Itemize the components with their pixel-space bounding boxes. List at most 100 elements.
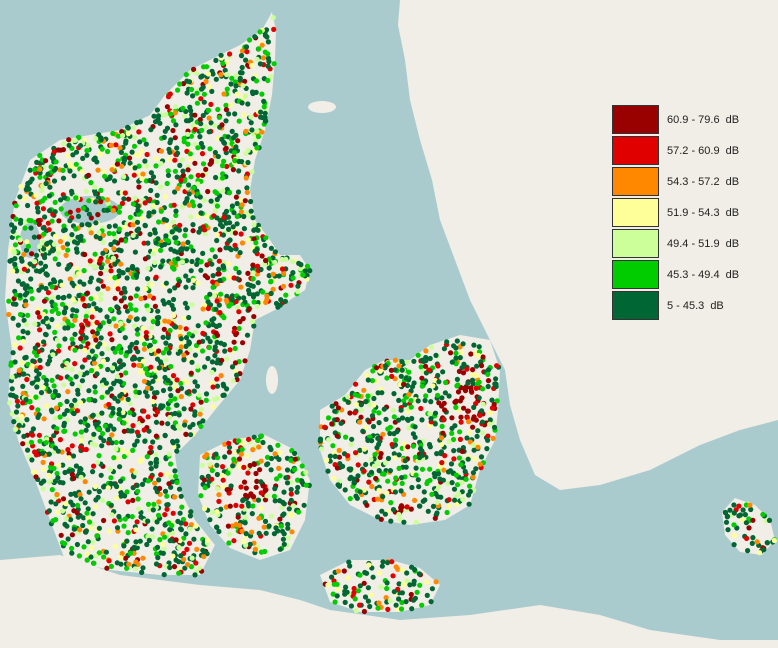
measurement-dot	[444, 509, 450, 516]
measurement-dot	[25, 312, 31, 318]
measurement-dot	[178, 394, 184, 400]
measurement-dot	[114, 304, 120, 310]
measurement-dot	[216, 322, 222, 328]
measurement-dot	[176, 544, 182, 551]
measurement-dot	[168, 474, 174, 480]
measurement-dot	[150, 507, 156, 513]
measurement-dot	[170, 127, 176, 134]
measurement-dot	[203, 78, 209, 85]
measurement-dot	[83, 188, 89, 194]
measurement-dot	[117, 379, 123, 385]
measurement-dot	[256, 515, 262, 521]
measurement-dot	[378, 516, 384, 522]
measurement-dot	[335, 586, 341, 592]
measurement-dot	[206, 129, 212, 135]
measurement-dot	[13, 216, 19, 222]
measurement-dot	[368, 456, 374, 462]
measurement-dot	[353, 381, 359, 387]
measurement-dot	[80, 205, 86, 211]
measurement-dot	[17, 292, 23, 298]
measurement-dot	[186, 340, 192, 346]
legend-swatch	[612, 136, 659, 165]
measurement-dot	[334, 465, 340, 471]
measurement-dot	[358, 402, 364, 408]
measurement-dot	[183, 227, 189, 233]
measurement-dot	[470, 424, 476, 430]
measurement-dot	[179, 259, 185, 265]
measurement-dot	[246, 306, 252, 312]
measurement-dot	[427, 466, 433, 472]
measurement-dot	[453, 345, 459, 351]
measurement-dot	[422, 497, 428, 503]
measurement-dot	[239, 240, 246, 246]
measurement-dot	[409, 384, 416, 390]
measurement-dot	[435, 372, 441, 379]
measurement-dot	[50, 518, 56, 524]
measurement-dot	[399, 367, 405, 373]
measurement-dot	[238, 451, 244, 457]
legend-unit: dB	[725, 175, 740, 188]
measurement-dot	[200, 172, 206, 178]
measurement-dot	[171, 312, 177, 319]
measurement-dot	[117, 393, 123, 399]
measurement-dot	[190, 185, 197, 191]
measurement-dot	[98, 296, 104, 303]
measurement-dot	[231, 456, 237, 462]
measurement-dot	[261, 524, 267, 530]
measurement-dot	[245, 159, 251, 166]
measurement-dot	[240, 538, 247, 545]
measurement-dot	[243, 44, 250, 50]
measurement-dot	[458, 414, 464, 420]
measurement-dot	[493, 376, 499, 382]
measurement-dot	[197, 134, 203, 140]
measurement-dot	[44, 403, 50, 409]
measurement-dot	[288, 497, 294, 503]
measurement-dot	[103, 549, 109, 555]
measurement-dot	[337, 461, 343, 467]
measurement-dot	[71, 173, 77, 179]
measurement-dot	[425, 479, 431, 485]
measurement-dot	[161, 216, 167, 223]
measurement-dot	[80, 324, 86, 331]
measurement-dot	[74, 308, 80, 314]
measurement-dot	[471, 404, 477, 410]
measurement-dot	[74, 541, 80, 548]
measurement-dot	[140, 358, 147, 364]
measurement-dot	[63, 501, 69, 507]
measurement-dot	[216, 302, 222, 308]
measurement-dot	[210, 509, 216, 516]
measurement-dot	[148, 170, 154, 176]
measurement-dot	[152, 374, 158, 380]
measurement-dot	[376, 570, 382, 576]
measurement-dot	[387, 598, 393, 604]
measurement-dot	[32, 345, 38, 351]
measurement-dot	[393, 602, 399, 608]
measurement-dot	[189, 258, 195, 265]
measurement-dot	[200, 112, 206, 119]
measurement-dot	[214, 196, 220, 203]
measurement-dot	[351, 590, 357, 596]
measurement-dot	[173, 239, 179, 246]
measurement-dot	[392, 480, 398, 486]
measurement-dot	[52, 302, 58, 308]
measurement-dot	[8, 362, 14, 368]
measurement-dot	[190, 285, 196, 291]
measurement-dot	[251, 222, 257, 228]
measurement-dot	[121, 173, 127, 180]
measurement-dot	[91, 356, 97, 362]
measurement-dot	[170, 440, 176, 446]
measurement-dot	[401, 381, 407, 387]
measurement-dot	[71, 508, 77, 514]
measurement-dot	[24, 376, 30, 383]
measurement-dot	[76, 292, 82, 299]
measurement-dot	[446, 503, 452, 509]
measurement-dot	[334, 433, 340, 439]
measurement-dot	[461, 385, 467, 391]
measurement-dot	[141, 346, 147, 352]
measurement-dot	[133, 293, 139, 299]
legend-swatch	[612, 198, 659, 227]
measurement-dot	[223, 297, 229, 303]
measurement-dot	[480, 430, 486, 436]
measurement-dot	[390, 507, 397, 513]
measurement-dot	[9, 386, 15, 392]
